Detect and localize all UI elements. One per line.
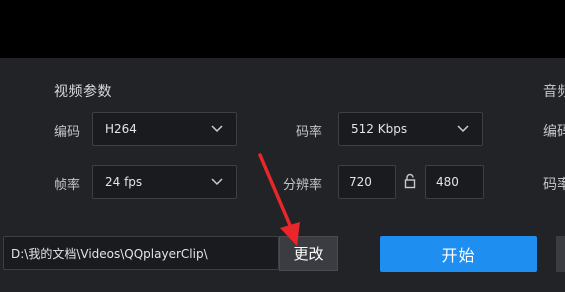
video-preview-area (0, 0, 565, 58)
framerate-value: 24 fps (105, 175, 143, 189)
video-params-title: 视频参数 (54, 84, 112, 100)
codec-label: 编码 (54, 125, 81, 140)
audio-params-title: 音频 (543, 84, 565, 100)
width-input[interactable]: 720 (338, 165, 396, 199)
codec-select[interactable]: H264 (92, 112, 237, 146)
output-path-field[interactable]: D:\我的文档\Videos\QQplayerClip\ (3, 236, 279, 270)
annotation-arrow-icon (258, 153, 300, 246)
bitrate-value: 512 Kbps (351, 122, 408, 136)
audio-bitrate-label: 码率 (543, 177, 565, 193)
framerate-select[interactable]: 24 fps (92, 165, 237, 199)
chevron-down-icon (211, 125, 223, 133)
bitrate-label: 码率 (296, 125, 323, 140)
bitrate-select[interactable]: 512 Kbps (338, 112, 483, 146)
aspect-lock-icon[interactable] (403, 173, 417, 189)
height-input[interactable]: 480 (425, 165, 484, 199)
framerate-label: 帧率 (54, 178, 81, 193)
codec-value: H264 (105, 122, 137, 136)
chevron-down-icon (211, 178, 223, 186)
start-button[interactable]: 开始 (380, 236, 537, 272)
chevron-down-icon (457, 125, 469, 133)
extra-button[interactable] (556, 236, 565, 272)
audio-codec-label: 编码 (543, 124, 565, 140)
